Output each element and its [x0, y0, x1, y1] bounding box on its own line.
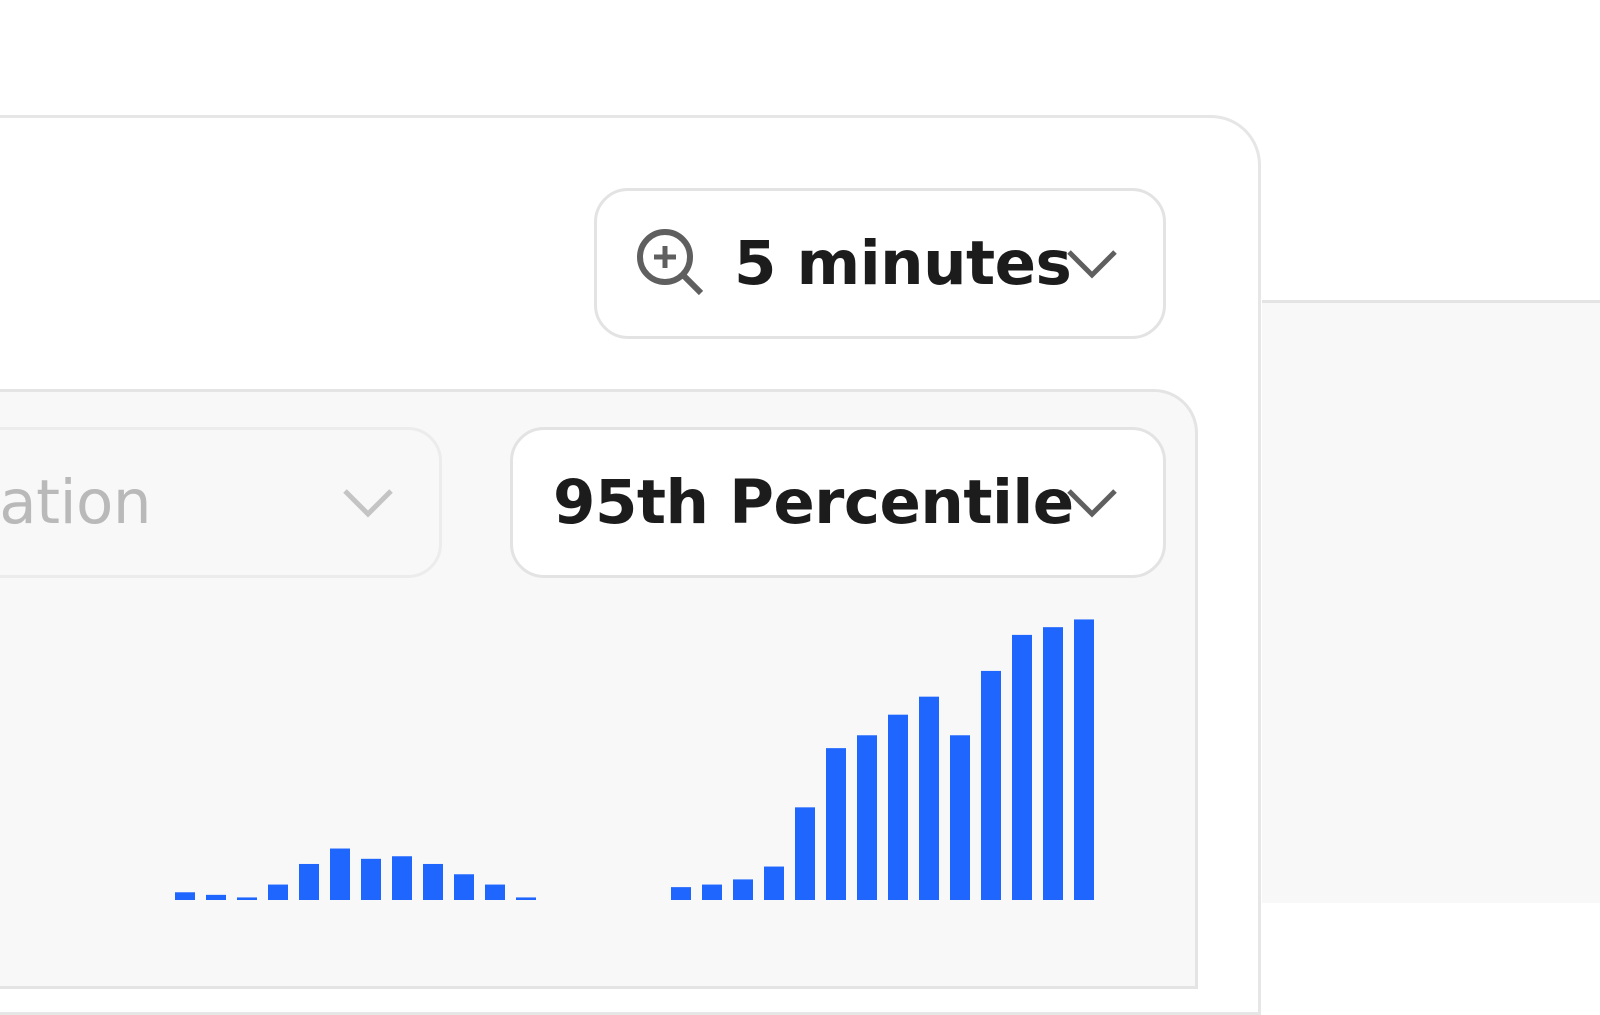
time-range-label: 5 minutes [734, 228, 1072, 299]
chart-bar [826, 748, 846, 900]
chart-bar [1012, 634, 1032, 900]
background-panel-right [1262, 300, 1600, 903]
chart-bar [888, 714, 908, 900]
chart-bar [423, 863, 443, 900]
chart-bar [206, 894, 226, 900]
chart-bar [764, 866, 784, 900]
chart-bar [299, 863, 319, 900]
chart-bar [268, 884, 288, 900]
chart-bar [919, 696, 939, 900]
zoom-in-icon [637, 229, 704, 296]
chart-bar [361, 858, 381, 900]
chart-bar [981, 670, 1001, 900]
time-range-dropdown[interactable]: 5 minutes [594, 188, 1166, 339]
chart-bar [671, 887, 691, 900]
chart-bar [702, 884, 722, 900]
chart-bar [175, 892, 195, 900]
chart-bar [857, 735, 877, 900]
latency-bar-chart [175, 619, 1094, 900]
chevron-down-icon [343, 488, 393, 518]
chart-bar [1043, 627, 1063, 900]
metric-dropdown[interactable]: 95th Percentile [510, 427, 1166, 578]
chevron-down-icon [1067, 488, 1117, 518]
chart-bar [733, 879, 753, 900]
chart-bar [950, 735, 970, 900]
chart-bar [795, 807, 815, 900]
chart-bar [330, 848, 350, 900]
chevron-down-icon [1067, 249, 1117, 279]
grouping-label: ation [0, 467, 151, 538]
metric-label: 95th Percentile [553, 467, 1074, 538]
chart-bar [454, 874, 474, 900]
grouping-dropdown[interactable]: ation [0, 427, 442, 578]
chart-bar [392, 856, 412, 900]
chart-bar [1074, 619, 1094, 900]
chart-bar [485, 884, 505, 900]
